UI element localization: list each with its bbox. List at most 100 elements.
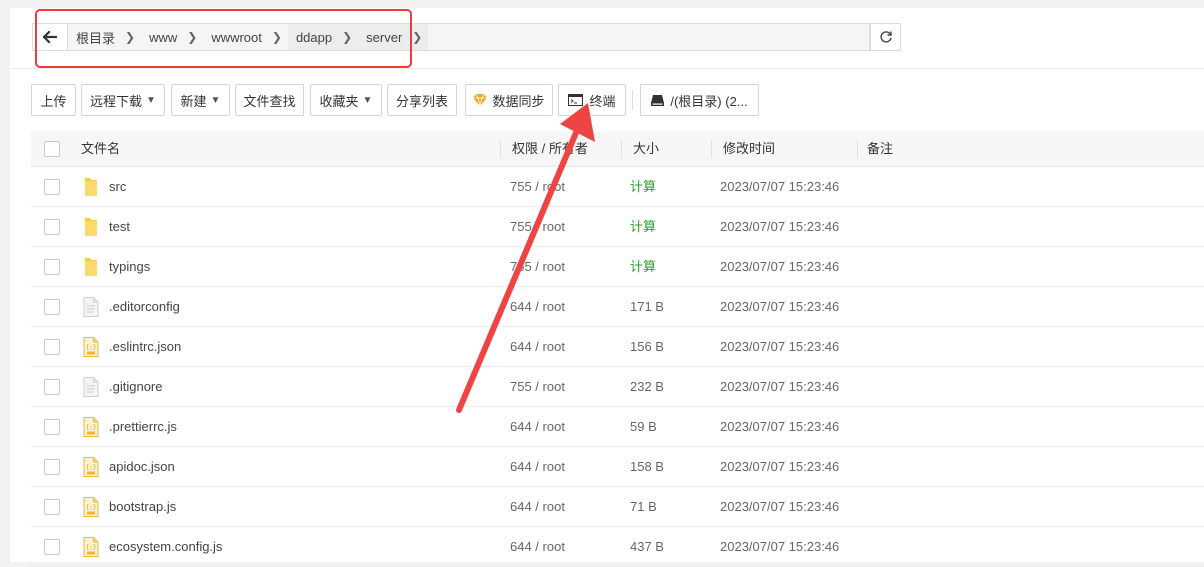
chevron-right-icon: ❯ xyxy=(342,30,353,44)
file-permission[interactable]: 644 / root xyxy=(510,407,565,447)
file-permission[interactable]: 644 / root xyxy=(510,527,565,567)
divider xyxy=(10,68,1204,69)
file-permission[interactable]: 755 / root xyxy=(510,247,565,287)
file-size: 158 B xyxy=(630,459,664,474)
row-checkbox[interactable] xyxy=(44,339,60,355)
chevron-right-icon: ❯ xyxy=(412,30,423,44)
file-permission[interactable]: 644 / root xyxy=(510,287,565,327)
table-row[interactable]: {;} apidoc.json 644 / root 158 B 2023/07/07 … xyxy=(31,447,1204,487)
file-modified-time: 2023/07/07 15:23:46 xyxy=(720,179,840,194)
table-row[interactable]: {;} .prettierrc.js 644 / root 59 B 2023/07/0… xyxy=(31,407,1204,447)
file-name[interactable]: ecosystem.config.js xyxy=(109,527,222,567)
table-row[interactable]: .gitignore 755 / root 232 B 2023/07/07 15:2… xyxy=(31,367,1204,407)
code-file-icon: {;} xyxy=(83,417,99,437)
row-checkbox[interactable] xyxy=(44,539,60,555)
column-header-modified[interactable]: 修改时间 xyxy=(723,131,775,167)
svg-text:{;}: {;} xyxy=(86,344,97,351)
folder-icon xyxy=(83,217,99,237)
row-checkbox[interactable] xyxy=(44,179,60,195)
column-header-permission[interactable]: 权限 / 所有者 xyxy=(512,131,588,167)
column-header-name[interactable]: 文件名 xyxy=(81,131,120,167)
row-checkbox[interactable] xyxy=(44,499,60,515)
breadcrumb-item-label: server xyxy=(366,29,403,45)
select-all-checkbox[interactable] xyxy=(44,141,60,157)
row-checkbox[interactable] xyxy=(44,219,60,235)
row-checkbox[interactable] xyxy=(44,419,60,435)
file-name[interactable]: src xyxy=(109,167,126,207)
row-checkbox[interactable] xyxy=(44,259,60,275)
upload-button[interactable]: 上传 xyxy=(31,84,76,116)
breadcrumb-item-label: 根目录 xyxy=(76,30,116,46)
file-name[interactable]: .eslintrc.json xyxy=(109,327,181,367)
file-size: 232 B xyxy=(630,379,664,394)
breadcrumb-item-root[interactable]: 根目录 ❯ xyxy=(68,24,141,50)
back-button[interactable] xyxy=(33,24,68,50)
file-size: 437 B xyxy=(630,539,664,554)
file-modified-time: 2023/07/07 15:23:46 xyxy=(720,259,840,274)
table-row[interactable]: {;} ecosystem.config.js 644 / root 437 B 202… xyxy=(31,527,1204,567)
column-header-size[interactable]: 大小 xyxy=(633,131,659,167)
row-checkbox[interactable] xyxy=(44,299,60,315)
file-modified-time: 2023/07/07 15:23:46 xyxy=(720,419,840,434)
column-divider xyxy=(500,140,501,158)
favorites-button[interactable]: 收藏夹 ▼ xyxy=(310,84,382,116)
refresh-icon xyxy=(879,31,892,43)
row-checkbox[interactable] xyxy=(44,379,60,395)
file-name[interactable]: .editorconfig xyxy=(109,287,180,327)
column-header-note: 备注 xyxy=(867,141,894,156)
file-size: 59 B xyxy=(630,419,657,434)
folder-icon xyxy=(83,257,99,277)
file-name[interactable]: .prettierrc.js xyxy=(109,407,177,447)
file-name[interactable]: test xyxy=(109,207,130,247)
toolbar-divider xyxy=(632,90,633,110)
file-search-button[interactable]: 文件查找 xyxy=(235,84,304,116)
breadcrumb-item-ddapp[interactable]: ddapp ❯ xyxy=(287,24,359,50)
svg-text:{;}: {;} xyxy=(86,544,97,551)
file-name[interactable]: bootstrap.js xyxy=(109,487,176,527)
table-row[interactable]: {;} bootstrap.js 644 / root 71 B 2023/07/07 … xyxy=(31,487,1204,527)
breadcrumb-item-www[interactable]: www ❯ xyxy=(141,24,203,50)
remote-download-label: 远程下载 xyxy=(90,93,143,109)
text-file-icon xyxy=(83,297,99,317)
file-modified-time: 2023/07/07 15:23:46 xyxy=(720,379,840,394)
file-search-label: 文件查找 xyxy=(243,93,296,109)
calculate-size-link[interactable]: 计算 xyxy=(630,167,656,207)
breadcrumb-item-wwwroot[interactable]: wwwroot ❯ xyxy=(203,24,288,50)
file-permission[interactable]: 755 / root xyxy=(510,367,565,407)
data-sync-button[interactable]: 数据同步 xyxy=(465,84,553,116)
folder-icon xyxy=(83,177,99,197)
file-permission[interactable]: 644 / root xyxy=(510,447,565,487)
file-name[interactable]: typings xyxy=(109,247,150,287)
terminal-button[interactable]: 终端 xyxy=(558,84,626,116)
file-permission[interactable]: 644 / root xyxy=(510,327,565,367)
svg-text:{;}: {;} xyxy=(86,504,97,511)
file-name[interactable]: apidoc.json xyxy=(109,447,175,487)
path-bar: 根目录 ❯ www ❯ wwwroot ❯ ddapp ❯ server ❯ xyxy=(32,23,870,51)
chevron-down-icon: ▼ xyxy=(146,94,156,106)
calculate-size-link[interactable]: 计算 xyxy=(630,247,656,287)
remote-download-button[interactable]: 远程下载 ▼ xyxy=(81,84,165,116)
share-list-button[interactable]: 分享列表 xyxy=(387,84,457,116)
file-permission[interactable]: 644 / root xyxy=(510,487,565,527)
disk-button[interactable]: /(根目录) (2... xyxy=(640,84,759,116)
file-permission[interactable]: 755 / root xyxy=(510,207,565,247)
table-row[interactable]: .editorconfig 644 / root 171 B 2023/07/07 1… xyxy=(31,287,1204,327)
breadcrumb-item-label: www xyxy=(149,29,178,45)
table-row[interactable]: test 755 / root 计算 2023/07/07 15:23:46 xyxy=(31,207,1204,247)
table-row[interactable]: typings 755 / root 计算 2023/07/07 15:23:46 xyxy=(31,247,1204,287)
row-checkbox[interactable] xyxy=(44,459,60,475)
calculate-size-link[interactable]: 计算 xyxy=(630,207,656,247)
disk-label: /(根目录) (2... xyxy=(670,93,748,109)
file-size: 156 B xyxy=(630,339,664,354)
chevron-right-icon: ❯ xyxy=(125,30,136,44)
diamond-icon xyxy=(473,94,488,106)
new-button[interactable]: 新建 ▼ xyxy=(171,84,230,116)
breadcrumb-item-server[interactable]: server ❯ xyxy=(358,24,429,50)
file-name[interactable]: .gitignore xyxy=(109,367,162,407)
disk-icon xyxy=(651,94,665,106)
table-row[interactable]: {;} .eslintrc.json 644 / root 156 B 2023/07/… xyxy=(31,327,1204,367)
file-permission[interactable]: 755 / root xyxy=(510,167,565,207)
table-row[interactable]: src 755 / root 计算 2023/07/07 15:23:46 xyxy=(31,167,1204,207)
refresh-button[interactable] xyxy=(870,23,901,51)
column-divider xyxy=(621,140,622,158)
